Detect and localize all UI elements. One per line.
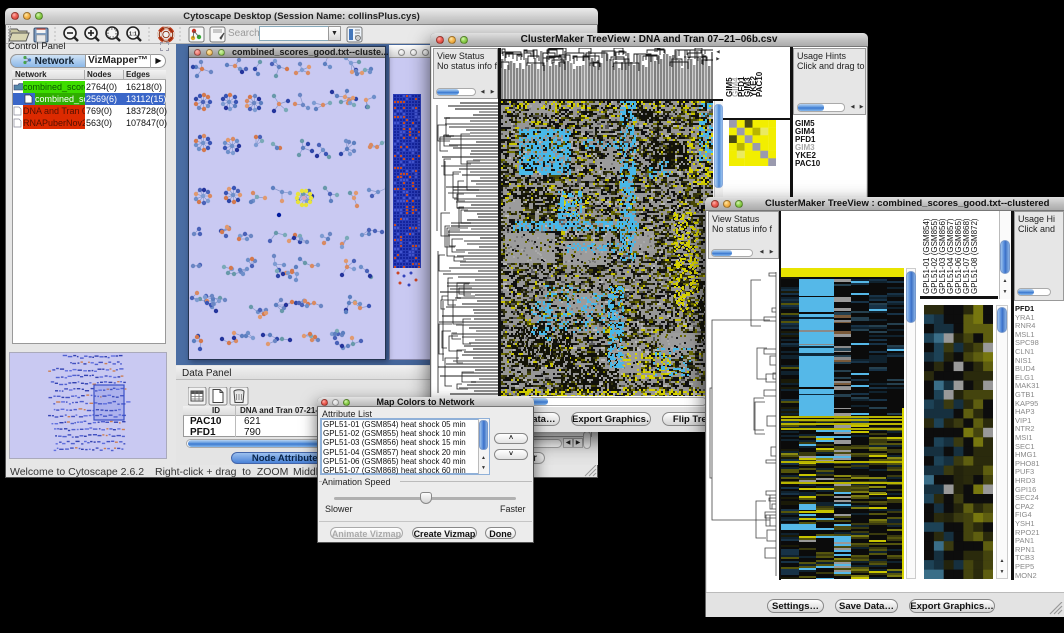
svg-text:1:1: 1:1 bbox=[129, 32, 137, 38]
